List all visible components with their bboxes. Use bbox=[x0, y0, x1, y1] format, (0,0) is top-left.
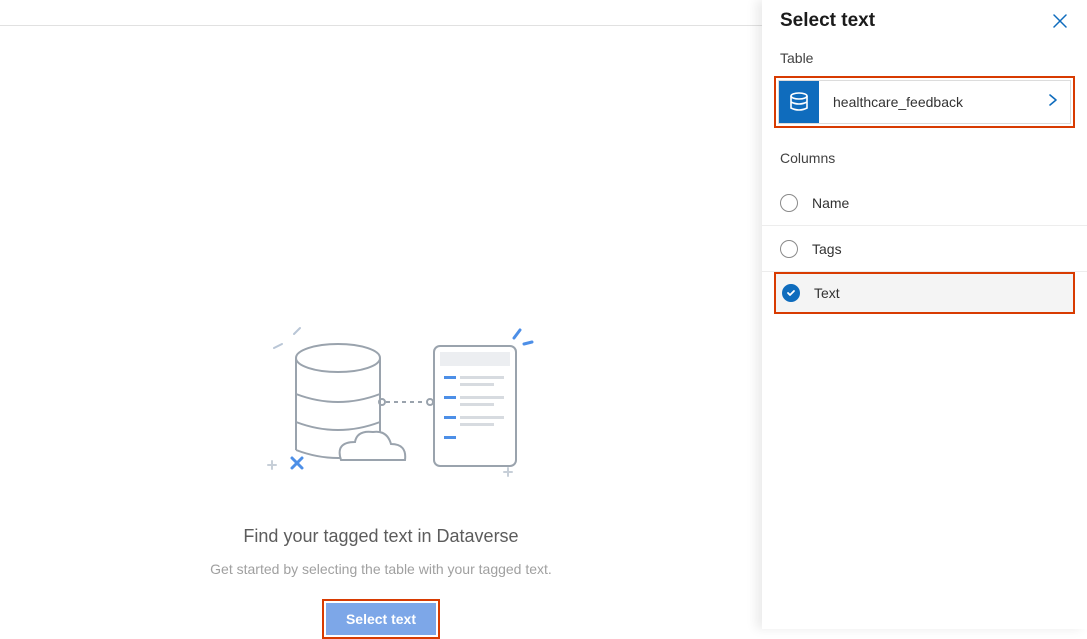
dataverse-illustration bbox=[226, 320, 536, 490]
column-row-tags[interactable]: Tags bbox=[762, 226, 1087, 272]
column-list: Name Tags Text bbox=[762, 180, 1087, 314]
radio-unchecked-icon bbox=[780, 194, 798, 212]
column-label: Text bbox=[800, 285, 840, 301]
chevron-right-icon bbox=[1048, 93, 1070, 112]
main-subtext: Get started by selecting the table with … bbox=[210, 561, 552, 577]
radio-checked-icon bbox=[782, 284, 800, 302]
select-text-panel: Select text Table healthcare_feedback bbox=[762, 0, 1087, 629]
column-label: Tags bbox=[798, 241, 842, 257]
panel-header: Select text bbox=[762, 10, 1087, 44]
radio-unchecked-icon bbox=[780, 240, 798, 258]
main-area: Find your tagged text in Dataverse Get s… bbox=[0, 0, 762, 629]
panel-title: Select text bbox=[780, 10, 875, 32]
column-label: Name bbox=[798, 195, 849, 211]
select-text-button[interactable]: Select text bbox=[326, 603, 436, 635]
table-section-label: Table bbox=[762, 44, 1087, 76]
main-heading: Find your tagged text in Dataverse bbox=[243, 526, 518, 547]
highlight-box-table: healthcare_feedback bbox=[774, 76, 1075, 128]
highlight-box-select-text: Select text bbox=[322, 599, 440, 639]
table-selector[interactable]: healthcare_feedback bbox=[778, 80, 1071, 124]
column-row-text[interactable]: Text bbox=[774, 272, 1075, 314]
column-row-name[interactable]: Name bbox=[762, 180, 1087, 226]
database-icon bbox=[779, 81, 819, 123]
table-name: healthcare_feedback bbox=[819, 94, 1048, 110]
close-button[interactable] bbox=[1051, 12, 1069, 30]
divider bbox=[0, 25, 762, 26]
close-icon bbox=[1053, 14, 1067, 28]
columns-section-label: Columns bbox=[762, 144, 1087, 176]
